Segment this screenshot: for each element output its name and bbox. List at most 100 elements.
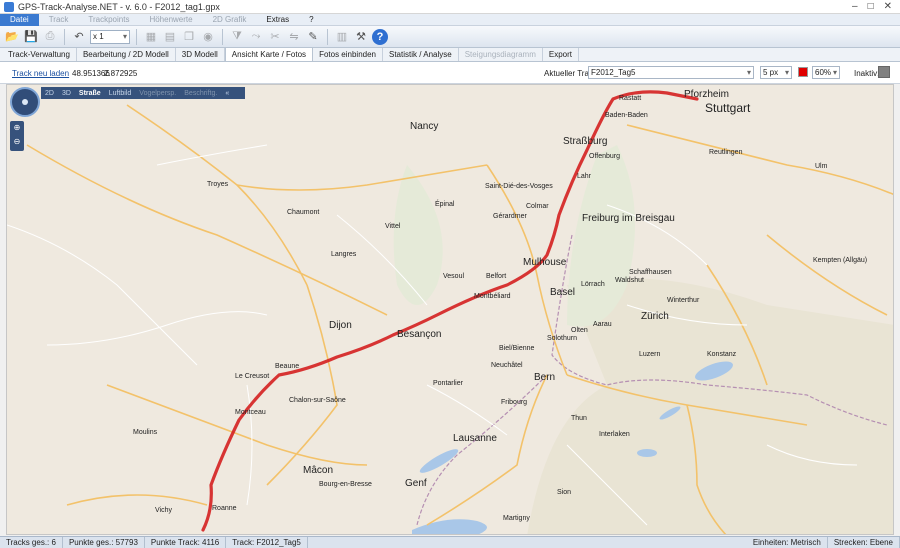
menu-2d-grafik[interactable]: 2D Grafik bbox=[203, 15, 257, 24]
map-city-label: Moulins bbox=[133, 429, 158, 436]
map-city-label: Basel bbox=[550, 287, 576, 298]
map-city-label: Biel/Bienne bbox=[499, 345, 535, 352]
mode-strasse[interactable]: Straße bbox=[75, 90, 105, 97]
map-city-label: Reutlingen bbox=[709, 149, 743, 156]
reload-track-link[interactable]: Track neu laden bbox=[12, 69, 69, 78]
map-city-label: Baden-Baden bbox=[605, 112, 648, 119]
globe-icon[interactable]: ◉ bbox=[200, 29, 216, 45]
mode-2d[interactable]: 2D bbox=[41, 90, 58, 97]
map-mode-strip: 2D 3D Straße Luftbild Vogelpersp. Beschr… bbox=[41, 87, 245, 99]
map-city-label: Besançon bbox=[397, 329, 442, 340]
merge-icon[interactable]: ⇋ bbox=[286, 29, 302, 45]
zoom-combo[interactable]: x 1 bbox=[90, 29, 130, 44]
map-city-label: Vichy bbox=[155, 507, 172, 514]
current-track-select[interactable]: F2012_Tag5 ▾ bbox=[588, 66, 754, 79]
map-city-label: Vittel bbox=[385, 223, 401, 230]
maximize-icon[interactable]: □ bbox=[868, 1, 874, 12]
map-view[interactable]: 2D 3D Straße Luftbild Vogelpersp. Beschr… bbox=[6, 84, 894, 535]
menu-datei[interactable]: Datei bbox=[0, 13, 39, 26]
toolbar: 📂 💾 ⎙ ↶ x 1 ▦ ▤ ❐ ◉ ⧩ ⤳ ✂ ⇋ ✎ ▥ ⚒ ? bbox=[0, 26, 900, 48]
database-icon[interactable]: ▥ bbox=[334, 29, 350, 45]
table-icon[interactable]: ▤ bbox=[162, 29, 178, 45]
mode-beschriftung[interactable]: Beschriftg. bbox=[180, 90, 221, 97]
map-city-label: Waldshut bbox=[615, 277, 644, 284]
map-controls-bar: Track neu laden 48.951366 2.872925 Aktue… bbox=[0, 62, 900, 84]
inactive-color-swatch[interactable] bbox=[878, 66, 890, 78]
mode-luftbild[interactable]: Luftbild bbox=[105, 90, 136, 97]
zoom-out-icon[interactable]: ⊖ bbox=[10, 135, 24, 149]
copy-icon[interactable]: ❐ bbox=[181, 29, 197, 45]
chart-icon[interactable]: ▦ bbox=[143, 29, 159, 45]
close-icon[interactable]: ✕ bbox=[884, 1, 892, 12]
window-titlebar: GPS-Track-Analyse.NET - v. 6.0 - F2012_t… bbox=[0, 0, 900, 14]
toolbar-separator bbox=[327, 28, 328, 45]
map-city-label: Interlaken bbox=[599, 431, 630, 438]
mode-3d[interactable]: 3D bbox=[58, 90, 75, 97]
print-icon[interactable]: ⎙ bbox=[42, 29, 58, 45]
map-city-label: Martigny bbox=[503, 515, 530, 522]
open-icon[interactable]: 📂 bbox=[4, 29, 20, 45]
map-city-label: Dijon bbox=[329, 320, 352, 331]
status-track: Track: F2012_Tag5 bbox=[226, 536, 308, 548]
status-units: Einheiten: Metrisch bbox=[747, 536, 828, 548]
help-icon[interactable]: ? bbox=[372, 28, 388, 45]
map-city-label: Chaumont bbox=[287, 209, 320, 216]
map-city-label: Luzern bbox=[639, 351, 661, 358]
zoom-in-icon[interactable]: ⊕ bbox=[10, 121, 24, 135]
map-city-label: Solothurn bbox=[547, 335, 577, 342]
opacity-value: 60% bbox=[815, 68, 832, 77]
status-tracks: Tracks ges.: 6 bbox=[0, 536, 63, 548]
opacity-select[interactable]: 60% ▾ bbox=[812, 66, 840, 79]
tab-fotos-einbinden[interactable]: Fotos einbinden bbox=[313, 48, 383, 61]
map-city-label: Langres bbox=[331, 251, 357, 258]
chevron-down-icon: ▾ bbox=[832, 68, 837, 77]
map-city-label: Sion bbox=[557, 489, 572, 496]
tab-steigungsdiagramm[interactable]: Steigungsdiagramm bbox=[459, 48, 543, 61]
map-city-label: Zürich bbox=[641, 311, 669, 322]
menu-hoehenwerte[interactable]: Höhenwerte bbox=[139, 15, 202, 24]
map-city-label: Thun bbox=[571, 415, 587, 422]
zoom-control: ⊕ ⊖ bbox=[10, 121, 24, 151]
undo-icon[interactable]: ↶ bbox=[71, 29, 87, 45]
tools-icon[interactable]: ⚒ bbox=[353, 29, 369, 45]
save-icon[interactable]: 💾 bbox=[23, 29, 39, 45]
map-city-label: Bourg-en-Bresse bbox=[319, 481, 372, 488]
tab-ansicht-karte[interactable]: Ansicht Karte / Fotos bbox=[224, 47, 314, 61]
menu-track[interactable]: Track bbox=[39, 15, 79, 24]
edit-icon[interactable]: ✎ bbox=[305, 29, 321, 45]
map-city-label: Fribourg bbox=[501, 399, 528, 406]
app-icon bbox=[4, 1, 14, 12]
tab-export[interactable]: Export bbox=[543, 48, 579, 61]
line-color-swatch[interactable] bbox=[798, 67, 808, 77]
tab-track-verwaltung[interactable]: Track-Verwaltung bbox=[2, 48, 77, 61]
map-city-label: Kempten (Allgäu) bbox=[813, 257, 868, 264]
map-city-label: Saint-Dié-des-Vosges bbox=[485, 183, 553, 190]
split-icon[interactable]: ✂ bbox=[267, 29, 283, 45]
map-city-label: Lörrach bbox=[581, 281, 605, 288]
chevron-down-icon: ▾ bbox=[784, 68, 789, 77]
main-tabs: Track-Verwaltung Bearbeitung / 2D Modell… bbox=[0, 47, 900, 62]
map-city-label: Lausanne bbox=[453, 433, 497, 444]
line-width-select[interactable]: 5 px ▾ bbox=[760, 66, 792, 79]
map-city-label: Freiburg im Breisgau bbox=[582, 213, 675, 224]
map-city-label: Colmar bbox=[526, 203, 549, 210]
mode-vogelperspektive[interactable]: Vogelpersp. bbox=[135, 90, 180, 97]
tab-statistik[interactable]: Statistik / Analyse bbox=[383, 48, 459, 61]
compass-icon[interactable] bbox=[10, 87, 40, 117]
map-city-label: Neuchâtel bbox=[491, 362, 523, 369]
chevron-down-icon: ▾ bbox=[746, 68, 751, 77]
track-icon[interactable]: ⤳ bbox=[248, 29, 264, 45]
tab-bearbeitung-2d[interactable]: Bearbeitung / 2D Modell bbox=[77, 48, 176, 61]
tab-3d-modell[interactable]: 3D Modell bbox=[176, 48, 225, 61]
menu-help[interactable]: ? bbox=[299, 15, 323, 24]
toolbar-separator bbox=[64, 28, 65, 45]
map-city-label: Winterthur bbox=[667, 297, 700, 304]
map-city-label: Chalon-sur-Saône bbox=[289, 397, 346, 404]
map-city-label: Genf bbox=[405, 478, 427, 489]
menu-extras[interactable]: Extras bbox=[256, 15, 299, 24]
minimize-icon[interactable]: – bbox=[852, 1, 858, 12]
map-city-label: Rastatt bbox=[619, 95, 642, 102]
filter-icon[interactable]: ⧩ bbox=[229, 29, 245, 45]
menu-trackpoints[interactable]: Trackpoints bbox=[78, 15, 139, 24]
collapse-nav-icon[interactable]: « bbox=[221, 90, 233, 97]
